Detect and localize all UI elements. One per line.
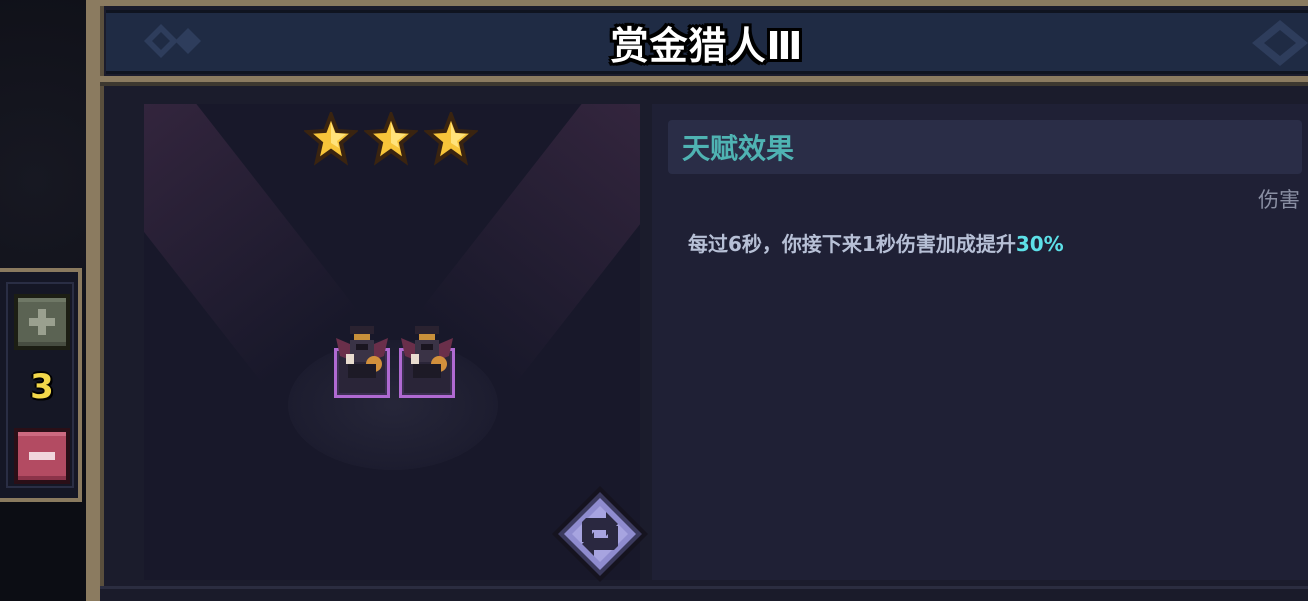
counter-value: 3 xyxy=(30,367,54,407)
decrease-button[interactable] xyxy=(14,428,70,484)
talent-description-text: 每过6秒，你接下来1秒伤害加成提升 xyxy=(688,232,1016,256)
bounty-hunter-unit[interactable] xyxy=(399,326,455,398)
page-title: 赏金猎人Ⅲ xyxy=(610,23,804,68)
stage-floor-glow xyxy=(288,340,498,470)
increase-button[interactable] xyxy=(14,294,70,350)
talent-effect-title: 天赋效果 xyxy=(682,132,795,165)
star-icon xyxy=(304,112,358,166)
frame-top-border xyxy=(100,0,1308,6)
talent-detail-screen: 3 赏金猎人Ⅲ 天赋效果 伤害 每过6秒，你接下来1秒伤害加成提升30% xyxy=(0,0,1308,601)
header-divider-shadow xyxy=(100,82,1308,86)
star-icon xyxy=(364,112,418,166)
refresh-icon xyxy=(552,486,648,582)
refresh-button[interactable] xyxy=(550,484,650,584)
bottom-border xyxy=(100,586,1308,601)
bounty-hunter-unit[interactable] xyxy=(334,326,390,398)
minus-icon xyxy=(18,432,66,480)
talent-info-panel xyxy=(652,104,1308,580)
bounty-hunter-icon xyxy=(401,326,453,378)
plus-icon xyxy=(18,298,66,346)
talent-description-value: 30% xyxy=(1015,232,1064,256)
star-rating xyxy=(304,112,484,168)
talent-description: 每过6秒，你接下来1秒伤害加成提升30% xyxy=(688,228,1064,257)
bounty-hunter-icon xyxy=(336,326,388,378)
damage-tag: 伤害 xyxy=(1258,188,1300,212)
star-icon xyxy=(424,112,478,166)
